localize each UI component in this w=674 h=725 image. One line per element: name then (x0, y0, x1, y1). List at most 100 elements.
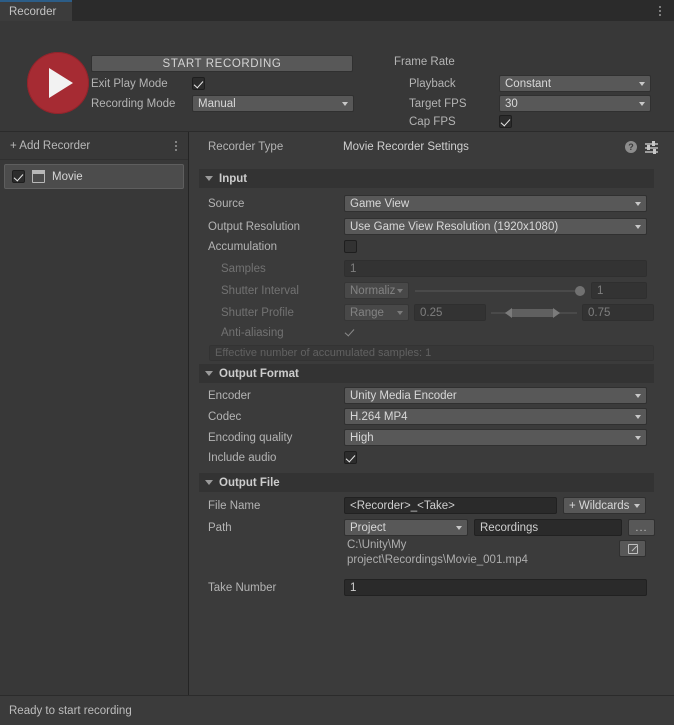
recorder-list-menu-icon[interactable] (175, 140, 180, 151)
status-message: Ready to start recording (9, 704, 132, 717)
path-mode-dropdown[interactable]: Project (344, 519, 468, 536)
source-dropdown[interactable]: Game View (344, 195, 647, 212)
chevron-down-icon (205, 371, 213, 376)
record-button[interactable] (27, 52, 89, 114)
cap-fps-row: Cap FPS (409, 115, 512, 128)
section-output-format-title: Output Format (219, 367, 299, 380)
shutter-interval-label: Shutter Interval (221, 284, 299, 297)
shutter-profile-mode-dropdown[interactable]: Range (344, 304, 409, 321)
file-name-label: File Name (208, 499, 261, 512)
anti-aliasing-checkbox[interactable] (344, 326, 357, 339)
slider-knob[interactable] (575, 285, 585, 296)
shutter-interval-value: 1 (597, 284, 604, 297)
samples-label: Samples (221, 262, 266, 275)
range-handle-min[interactable] (505, 307, 512, 318)
target-fps-dropdown[interactable]: 30 (499, 95, 651, 112)
section-header-output-file[interactable]: Output File (199, 473, 654, 492)
take-number-field[interactable]: 1 (344, 579, 647, 596)
effective-samples-info: Effective number of accumulated samples:… (209, 345, 654, 361)
shutter-interval-slider[interactable] (415, 285, 585, 296)
range-handle-max[interactable] (553, 307, 560, 318)
playback-dropdown[interactable]: Constant (499, 75, 651, 92)
start-recording-button[interactable]: START RECORDING (91, 55, 353, 72)
recording-mode-label: Recording Mode (91, 97, 176, 110)
file-name-field[interactable]: <Recorder>_<Take> (344, 497, 557, 514)
frame-rate-title: Frame Rate (394, 56, 455, 68)
resolved-path-line-1: C:\Unity\My (347, 539, 407, 551)
cap-fps-checkbox[interactable] (499, 115, 512, 128)
samples-field[interactable]: 1 (344, 260, 647, 277)
resolved-path-line-2: project\Recordings\Movie_001.mp4 (347, 554, 528, 566)
target-fps-value: 30 (505, 97, 518, 110)
include-audio-checkbox[interactable] (344, 451, 357, 464)
samples-value: 1 (350, 262, 357, 275)
kebab-dot (659, 9, 661, 12)
open-output-folder-button[interactable] (619, 540, 646, 557)
encoding-quality-dropdown[interactable]: High (344, 429, 647, 446)
preset-sliders-icon[interactable] (645, 141, 658, 154)
kebab-dot (175, 148, 177, 151)
browse-path-button[interactable]: ... (628, 519, 655, 536)
preset-line (645, 151, 658, 153)
resolved-output-path: C:\Unity\My project\Recordings\Movie_001… (347, 538, 627, 568)
exit-play-mode-checkbox[interactable] (192, 77, 205, 90)
effective-samples-text: Effective number of accumulated samples:… (215, 347, 432, 359)
range-fill (511, 308, 553, 317)
add-recorder-label: + Add Recorder (10, 139, 91, 152)
accumulation-row: Accumulation (208, 240, 357, 253)
recording-mode-value: Manual (198, 97, 236, 110)
shutter-interval-field[interactable]: 1 (591, 282, 647, 299)
shutter-profile-min-field[interactable]: 0.25 (414, 304, 486, 321)
range-track (491, 307, 577, 318)
shutter-profile-max: 0.75 (588, 306, 611, 319)
recorder-body: + Add Recorder Movie Recorder Type Movie… (0, 131, 674, 695)
kebab-dot (659, 5, 661, 8)
shutter-profile-range-slider[interactable] (491, 307, 577, 318)
wildcards-dropdown-button[interactable]: + Wildcards (563, 497, 646, 514)
source-label: Source (208, 197, 245, 210)
path-field[interactable]: Recordings (474, 519, 622, 536)
recorder-enabled-checkbox[interactable] (12, 170, 25, 183)
kebab-dot (175, 140, 177, 143)
wildcards-label: + Wildcards (569, 499, 630, 512)
tab-recorder[interactable]: Recorder (0, 0, 72, 21)
accumulation-label: Accumulation (208, 240, 278, 253)
shutter-profile-row: Shutter Profile Range 0.25 0.75 (221, 304, 654, 321)
file-name-value: <Recorder>_<Take> (350, 499, 455, 512)
chevron-down-icon (205, 480, 213, 485)
tabbar-empty-area (72, 0, 674, 21)
preset-handle (653, 149, 656, 154)
output-resolution-dropdown[interactable]: Use Game View Resolution (1920x1080) (344, 218, 647, 235)
window-menu-icon[interactable] (652, 0, 668, 21)
recording-mode-dropdown[interactable]: Manual (192, 95, 354, 112)
accumulation-checkbox[interactable] (344, 240, 357, 253)
start-recording-label: START RECORDING (162, 57, 282, 70)
recorder-item-label: Movie (52, 170, 83, 183)
encoder-dropdown[interactable]: Unity Media Encoder (344, 387, 647, 404)
shutter-profile-min: 0.25 (420, 306, 443, 319)
codec-dropdown[interactable]: H.264 MP4 (344, 408, 647, 425)
shutter-interval-mode-dropdown[interactable]: Normaliz (344, 282, 409, 299)
playback-label: Playback (409, 77, 456, 90)
output-resolution-value: Use Game View Resolution (1920x1080) (350, 220, 559, 233)
recorder-type-label: Recorder Type (208, 141, 284, 153)
shutter-profile-label: Shutter Profile (221, 306, 294, 319)
help-icon[interactable]: ? (625, 141, 637, 153)
section-header-input[interactable]: Input (199, 169, 654, 188)
output-resolution-label: Output Resolution (208, 220, 301, 233)
movie-icon (31, 170, 46, 183)
recorder-list-sidebar: + Add Recorder Movie (0, 132, 189, 695)
anti-aliasing-label: Anti-aliasing (221, 326, 284, 339)
list-item[interactable]: Movie (4, 164, 184, 189)
samples-row: Samples 1 (221, 260, 647, 277)
frame-rate-title-row: Frame Rate (394, 56, 455, 68)
include-audio-label: Include audio (208, 451, 277, 464)
external-link-icon (627, 543, 638, 554)
shutter-profile-max-field[interactable]: 0.75 (582, 304, 654, 321)
cap-fps-label: Cap FPS (409, 115, 456, 128)
add-recorder-button[interactable]: + Add Recorder (0, 132, 188, 160)
output-resolution-row: Output Resolution Use Game View Resoluti… (208, 218, 647, 235)
take-number-label: Take Number (208, 581, 277, 594)
shutter-interval-row: Shutter Interval Normaliz 1 (221, 282, 647, 299)
section-header-output-format[interactable]: Output Format (199, 364, 654, 383)
